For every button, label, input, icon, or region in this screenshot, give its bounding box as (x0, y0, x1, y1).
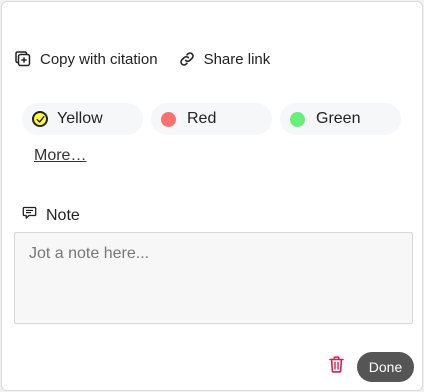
check-icon (36, 115, 44, 123)
green-swatch (290, 111, 305, 127)
color-option-label: Green (316, 110, 361, 127)
copy-icon (14, 50, 32, 68)
note-input[interactable] (14, 232, 413, 324)
yellow-swatch (32, 111, 48, 127)
trash-icon (328, 356, 344, 378)
color-options: Yellow Red Green (22, 103, 409, 135)
share-link-button[interactable]: Share link (178, 50, 271, 68)
highlight-popup: Copy with citation Share link Yellow Red (1, 1, 423, 391)
copy-with-citation-label: Copy with citation (40, 50, 158, 68)
done-button[interactable]: Done (357, 352, 414, 382)
color-option-label: Red (187, 110, 217, 127)
copy-with-citation-button[interactable]: Copy with citation (14, 50, 158, 68)
share-link-label: Share link (203, 50, 271, 68)
comment-icon (22, 206, 37, 225)
color-option-green[interactable]: Green (280, 103, 401, 135)
color-option-red[interactable]: Red (151, 103, 272, 135)
note-heading: Note (22, 206, 80, 225)
red-swatch (161, 111, 176, 127)
link-icon (178, 50, 196, 68)
delete-highlight-button[interactable] (326, 356, 346, 378)
actions-row: Copy with citation Share link (14, 48, 270, 70)
more-colors-link[interactable]: More… (34, 147, 86, 165)
color-option-yellow[interactable]: Yellow (22, 103, 143, 135)
color-option-label: Yellow (57, 110, 103, 127)
note-heading-label: Note (46, 206, 80, 224)
